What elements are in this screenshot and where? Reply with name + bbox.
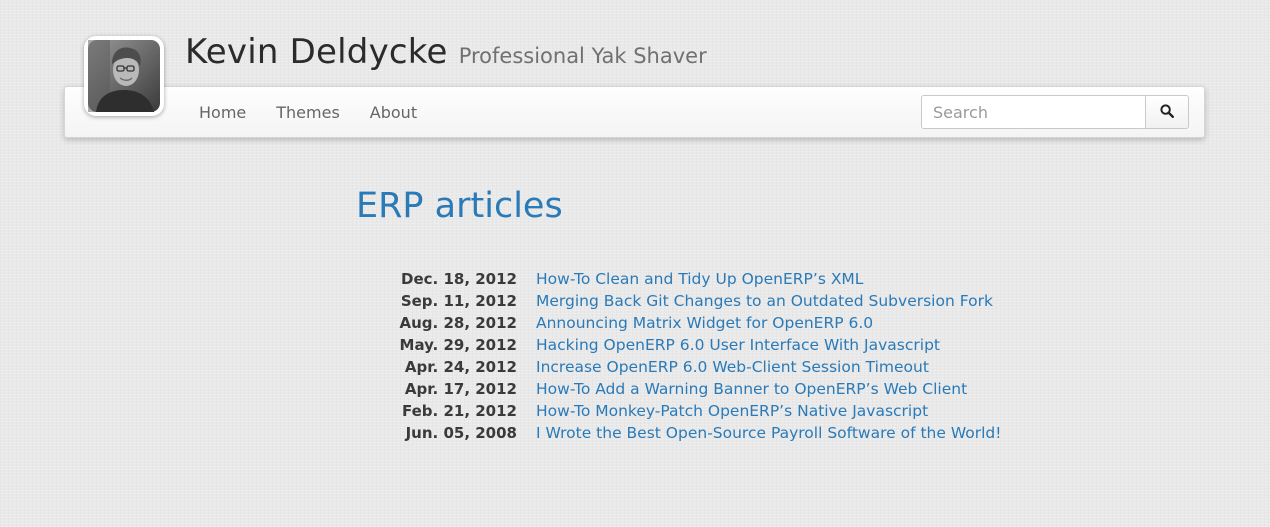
list-item: Apr. 24, 2012 Increase OpenERP 6.0 Web-C… xyxy=(360,356,1001,378)
avatar-photo xyxy=(88,40,160,112)
article-date: Apr. 24, 2012 xyxy=(404,358,517,376)
list-item: Feb. 21, 2012 How-To Monkey-Patch OpenER… xyxy=(360,400,1001,422)
navbar: Home Themes About xyxy=(64,86,1205,138)
article-link[interactable]: How-To Add a Warning Banner to OpenERP’s… xyxy=(536,378,967,400)
nav-item-about[interactable]: About xyxy=(370,103,417,122)
site-tagline: Professional Yak Shaver xyxy=(458,44,707,68)
search-button[interactable] xyxy=(1145,96,1188,128)
list-item: Jun. 05, 2008 I Wrote the Best Open-Sour… xyxy=(360,422,1002,444)
article-date: May. 29, 2012 xyxy=(399,336,517,354)
article-date: Jun. 05, 2008 xyxy=(405,424,517,442)
nav-item-themes[interactable]: Themes xyxy=(276,103,340,122)
list-item: May. 29, 2012 Hacking OpenERP 6.0 User I… xyxy=(360,334,1001,356)
list-item: Sep. 11, 2012 Merging Back Git Changes t… xyxy=(360,290,1001,312)
article-date: Aug. 28, 2012 xyxy=(399,314,518,332)
article-link[interactable]: Increase OpenERP 6.0 Web-Client Session … xyxy=(536,356,929,378)
nav-item-home[interactable]: Home xyxy=(199,103,246,122)
search-input[interactable] xyxy=(922,96,1145,128)
article-link[interactable]: Merging Back Git Changes to an Outdated … xyxy=(536,290,993,312)
site-title: Kevin Deldycke Professional Yak Shaver xyxy=(185,32,707,72)
article-link[interactable]: How-To Clean and Tidy Up OpenERP’s XML xyxy=(536,268,863,290)
article-date: Sep. 11, 2012 xyxy=(400,292,517,310)
article-link[interactable]: How-To Monkey-Patch OpenERP’s Native Jav… xyxy=(536,400,928,422)
article-link[interactable]: I Wrote the Best Open-Source Payroll Sof… xyxy=(536,422,1001,444)
article-date: Apr. 17, 2012 xyxy=(404,380,517,398)
nav-menu: Home Themes About xyxy=(199,87,447,137)
page-title: ERP articles xyxy=(356,186,563,226)
site-name[interactable]: Kevin Deldycke xyxy=(185,32,448,72)
article-link[interactable]: Announcing Matrix Widget for OpenERP 6.0 xyxy=(536,312,873,334)
list-item: Apr. 17, 2012 How-To Add a Warning Banne… xyxy=(360,378,1001,400)
avatar[interactable] xyxy=(84,36,164,116)
article-list: Dec. 18, 2012 How-To Clean and Tidy Up O… xyxy=(360,268,1002,444)
search-form xyxy=(921,95,1189,129)
article-date: Dec. 18, 2012 xyxy=(401,270,517,288)
article-date: Feb. 21, 2012 xyxy=(401,402,517,420)
search-icon xyxy=(1160,103,1175,122)
list-item: Dec. 18, 2012 How-To Clean and Tidy Up O… xyxy=(360,268,1001,290)
list-item: Aug. 28, 2012 Announcing Matrix Widget f… xyxy=(360,312,1001,334)
article-link[interactable]: Hacking OpenERP 6.0 User Interface With … xyxy=(536,334,940,356)
